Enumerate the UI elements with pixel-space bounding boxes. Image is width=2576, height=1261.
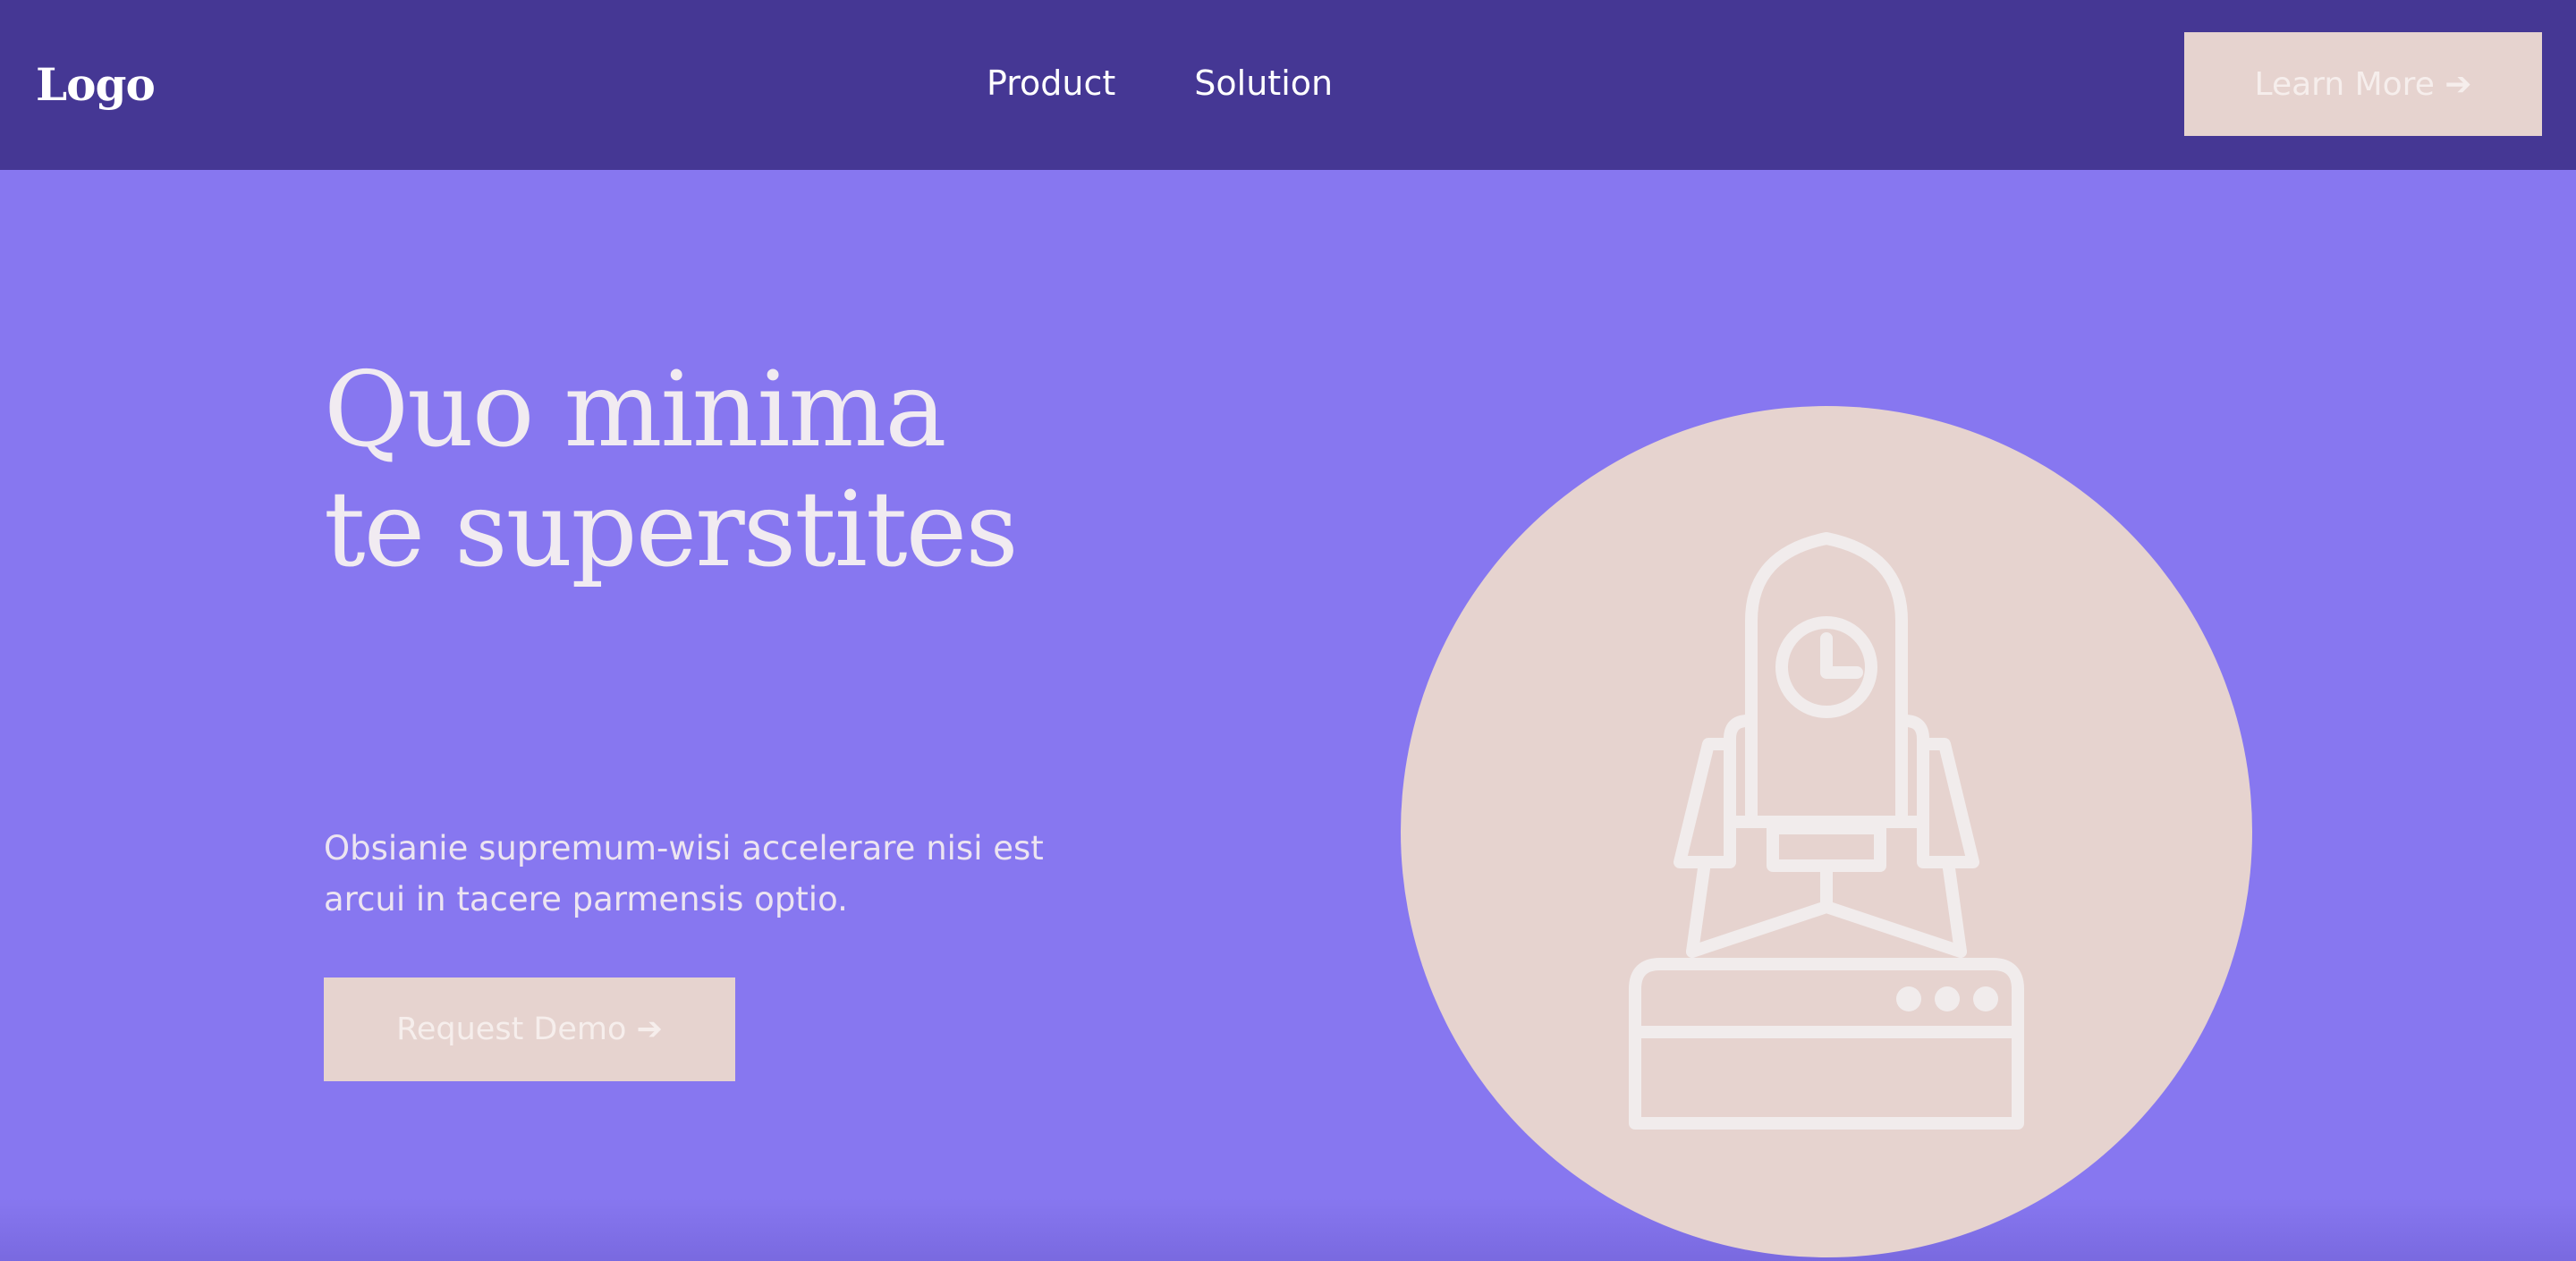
hero-subtext: Obsianie supremum-wisi accelerare nisi e… bbox=[324, 823, 1129, 925]
hero-headline-line-2: te superstites bbox=[324, 470, 1019, 590]
hero-headline-line-1: Quo minima bbox=[324, 350, 947, 470]
hero-headline: Quo minima te superstites bbox=[324, 351, 1218, 590]
main-nav: Product Solution bbox=[987, 55, 1333, 111]
learn-more-button[interactable]: Learn More ➔ bbox=[2184, 32, 2542, 136]
nav-item-product[interactable]: Product bbox=[987, 55, 1115, 111]
nav-item-solution[interactable]: Solution bbox=[1194, 55, 1333, 111]
top-navigation-bar: Logo Product Solution Learn More ➔ bbox=[0, 0, 2576, 170]
logo[interactable]: Logo bbox=[36, 52, 156, 118]
base-indicator-dots bbox=[1896, 986, 1998, 1011]
rocket-launch-illustration bbox=[1401, 406, 2252, 1257]
hero-subtext-line-1: Obsianie supremum-wisi accelerare nisi e… bbox=[324, 829, 1044, 867]
hero-subtext-line-2: arcui in tacere parmensis optio. bbox=[324, 880, 848, 918]
request-demo-button[interactable]: Request Demo ➔ bbox=[324, 977, 735, 1081]
